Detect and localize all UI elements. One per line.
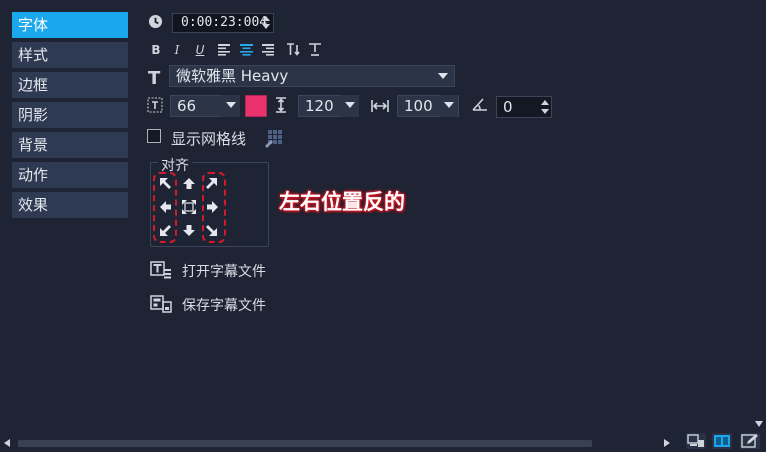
horizontal-scrollbar[interactable]	[18, 440, 592, 447]
text-type-icon: T	[148, 68, 161, 89]
clock-icon	[148, 14, 163, 33]
text-flip-icon[interactable]	[308, 43, 322, 60]
sidebar-item-motion[interactable]: 动作	[12, 162, 128, 188]
annotation-text: 左右位置反的	[279, 190, 405, 214]
open-subtitle-label: 打开字幕文件	[182, 264, 266, 280]
layout-view-button[interactable]	[712, 433, 732, 449]
sidebar-item-label: 背景	[18, 136, 49, 154]
scroll-down-icon[interactable]	[755, 421, 763, 427]
sidebar-item-style[interactable]: 样式	[12, 42, 128, 68]
sidebar-item-effects[interactable]: 效果	[12, 192, 128, 218]
chevron-down-icon	[226, 102, 236, 108]
align-left-icon[interactable]	[218, 44, 231, 60]
align-center-icon[interactable]	[240, 44, 253, 60]
save-file-icon	[150, 295, 172, 313]
grid-label: 显示网格线	[171, 130, 247, 148]
align-bottom-center-icon[interactable]	[182, 224, 196, 241]
align-center-icon[interactable]	[181, 199, 197, 219]
timecode-down-icon[interactable]	[262, 24, 270, 29]
sidebar-item-border[interactable]: 边框	[12, 72, 128, 98]
open-file-icon	[150, 261, 171, 279]
italic-icon[interactable]: I	[169, 42, 185, 58]
rotation-value: 0	[503, 98, 513, 116]
char-spacing-value: 100	[404, 97, 433, 115]
line-spacing-value: 120	[305, 97, 334, 115]
grid-checkbox[interactable]	[147, 129, 161, 143]
chevron-down-icon	[345, 102, 355, 108]
timecode-field[interactable]: 0:00:23:004	[172, 13, 274, 33]
rotation-icon	[472, 97, 488, 115]
sidebar-item-shadow[interactable]: 阴影	[12, 102, 128, 128]
line-spacing-icon	[273, 97, 289, 117]
char-spacing-dropdown[interactable]	[440, 95, 458, 117]
annotation-right-highlight	[202, 172, 226, 243]
edit-button[interactable]	[740, 433, 760, 449]
font-family-select[interactable]: 微软雅黑 Heavy	[169, 65, 455, 87]
timecode-up-icon[interactable]	[262, 16, 270, 21]
font-color-swatch[interactable]	[245, 95, 267, 117]
sidebar-item-label: 字体	[18, 16, 49, 34]
char-spacing-icon	[371, 99, 389, 117]
sidebar-item-font[interactable]: 字体	[12, 12, 128, 38]
grid-settings-icon[interactable]	[264, 128, 288, 152]
scroll-left-icon[interactable]	[4, 439, 10, 447]
sidebar-item-label: 效果	[18, 196, 49, 214]
sidebar-item-background[interactable]: 背景	[12, 132, 128, 158]
vertical-text-icon[interactable]	[286, 43, 300, 60]
align-right-icon[interactable]	[261, 44, 274, 60]
layout-view-icon	[714, 435, 730, 447]
subtitle-list-icon	[687, 434, 704, 447]
sidebar-item-label: 样式	[18, 46, 49, 64]
chevron-down-icon	[438, 73, 448, 79]
scroll-right-icon[interactable]	[664, 439, 670, 447]
chevron-down-icon	[444, 102, 454, 108]
sidebar-item-label: 动作	[18, 166, 49, 184]
rotation-up-icon[interactable]	[541, 100, 549, 105]
save-subtitle-label: 保存字幕文件	[182, 298, 266, 314]
bold-icon[interactable]: B	[148, 42, 164, 58]
underline-icon[interactable]: U	[192, 42, 208, 58]
font-family-value: 微软雅黑 Heavy	[176, 67, 289, 85]
font-size-dropdown[interactable]	[222, 95, 240, 117]
sidebar-item-label: 边框	[18, 76, 49, 94]
subtitle-list-button[interactable]	[686, 433, 706, 449]
annotation-left-highlight	[153, 172, 177, 243]
line-spacing-dropdown[interactable]	[341, 95, 359, 117]
sidebar-item-label: 阴影	[18, 106, 49, 124]
rotation-down-icon[interactable]	[541, 109, 549, 114]
align-top-center-icon[interactable]	[182, 177, 196, 194]
timecode-value: 0:00:23:004	[181, 15, 268, 30]
edit-icon	[741, 434, 758, 448]
font-size-value: 66	[177, 97, 197, 115]
font-size-icon	[147, 97, 163, 117]
